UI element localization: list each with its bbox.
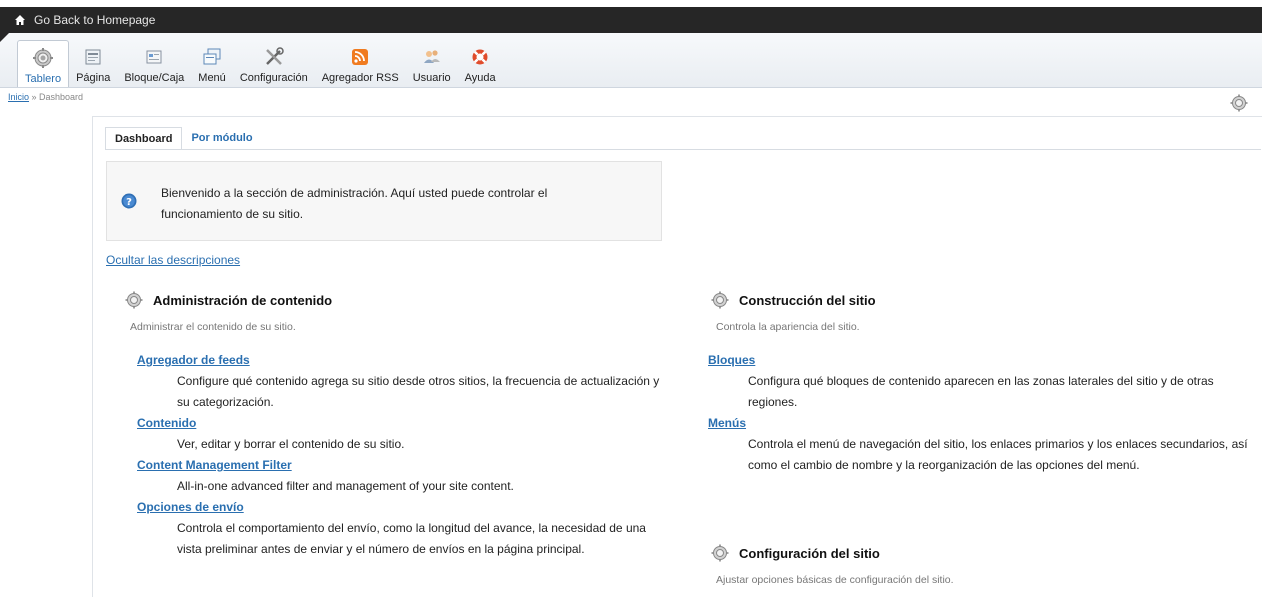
tools-icon xyxy=(263,46,285,68)
toolbar-label: Tablero xyxy=(25,73,62,85)
hide-descriptions-link[interactable]: Ocultar las descripciones xyxy=(106,253,240,267)
section-gear-icon xyxy=(711,544,729,562)
welcome-text: Bienvenido a la sección de administració… xyxy=(161,186,548,221)
admin-toolbar: Tablero Página Bloque/Caja Menú Configur… xyxy=(0,33,1262,88)
top-bar: Go Back to Homepage xyxy=(0,7,1262,33)
item-description: Configura qué bloques de contenido apare… xyxy=(748,374,1214,409)
breadcrumb-current: Dashboard xyxy=(39,92,84,102)
users-icon xyxy=(421,46,443,68)
home-icon xyxy=(15,15,25,25)
section-description: Ajustar opciones básicas de configuració… xyxy=(716,574,954,586)
item-description: Controla el comportamiento del envío, co… xyxy=(177,521,646,556)
rss-icon xyxy=(349,46,371,68)
toolbar-item-tablero[interactable]: Tablero xyxy=(17,40,70,87)
link-agregador-de-feeds[interactable]: Agregador de feeds xyxy=(137,350,250,371)
section-description: Controla la apariencia del sitio. xyxy=(716,321,860,333)
main-content: Dashboard Por módulo ? Bienvenido a la s… xyxy=(92,116,1262,597)
help-lifebuoy-icon xyxy=(469,46,491,68)
section-gear-icon xyxy=(125,291,143,309)
toolbar-label: Bloque/Caja xyxy=(124,72,185,84)
breadcrumb: Inicio » Dashboard xyxy=(8,92,83,102)
toolbar-item-agregador-rss[interactable]: Agregador RSS xyxy=(315,40,406,87)
tab-bar: Dashboard Por módulo xyxy=(105,127,262,150)
tab-divider xyxy=(105,149,1261,150)
page-icon xyxy=(82,46,104,68)
section-title: Configuración del sitio xyxy=(739,545,880,561)
tab-dashboard[interactable]: Dashboard xyxy=(105,127,183,150)
link-content-management-filter[interactable]: Content Management Filter xyxy=(137,455,292,476)
section-content-admin: Administración de contenido Administrar … xyxy=(125,290,665,560)
toolbar-item-bloque-caja[interactable]: Bloque/Caja xyxy=(117,40,191,87)
section-gear-icon xyxy=(711,291,729,309)
section-title: Construcción del sitio xyxy=(739,292,876,308)
section-title: Administración de contenido xyxy=(153,292,333,308)
toolbar-corner xyxy=(0,33,9,42)
link-opciones-de-envio[interactable]: Opciones de envío xyxy=(137,497,244,518)
go-back-homepage-link[interactable]: Go Back to Homepage xyxy=(34,13,155,27)
welcome-message-box: ? Bienvenido a la sección de administrac… xyxy=(106,161,662,241)
link-bloques[interactable]: Bloques xyxy=(708,350,755,371)
toolbar-label: Configuración xyxy=(239,72,308,84)
toolbar-item-configuracion[interactable]: Configuración xyxy=(233,40,315,87)
breadcrumb-home-link[interactable]: Inicio xyxy=(8,92,29,102)
link-contenido[interactable]: Contenido xyxy=(137,413,196,434)
block-icon xyxy=(143,46,165,68)
breadcrumb-separator: » xyxy=(29,92,40,102)
link-menus[interactable]: Menús xyxy=(708,413,746,434)
menu-icon xyxy=(201,46,223,68)
item-description: Ver, editar y borrar el contenido de su … xyxy=(177,437,405,451)
section-site-config: Configuración del sitio Ajustar opciones… xyxy=(711,543,1251,586)
toolbar-item-usuario[interactable]: Usuario xyxy=(406,40,458,87)
item-description: Controla el menú de navegación del sitio… xyxy=(748,437,1248,472)
svg-text:?: ? xyxy=(126,197,132,208)
toolbar-label: Agregador RSS xyxy=(321,72,399,84)
dashboard-gear-icon xyxy=(32,47,54,69)
item-description: Configure qué contenido agrega su sitio … xyxy=(177,374,660,409)
toolbar-label: Página xyxy=(76,72,111,84)
item-description: All-in-one advanced filter and managemen… xyxy=(177,479,514,493)
settings-gear-icon[interactable] xyxy=(1230,94,1248,112)
section-site-building: Construcción del sitio Controla la apari… xyxy=(708,290,1251,476)
toolbar-item-ayuda[interactable]: Ayuda xyxy=(458,40,503,87)
toolbar-label: Menú xyxy=(198,72,226,84)
toolbar-item-menu[interactable]: Menú xyxy=(191,40,233,87)
toolbar-label: Ayuda xyxy=(464,72,496,84)
toolbar-label: Usuario xyxy=(412,72,451,84)
tab-por-modulo[interactable]: Por módulo xyxy=(182,127,261,150)
section-description: Administrar el contenido de su sitio. xyxy=(130,321,296,333)
toolbar-item-pagina[interactable]: Página xyxy=(69,40,117,87)
help-question-icon: ? xyxy=(121,193,137,209)
